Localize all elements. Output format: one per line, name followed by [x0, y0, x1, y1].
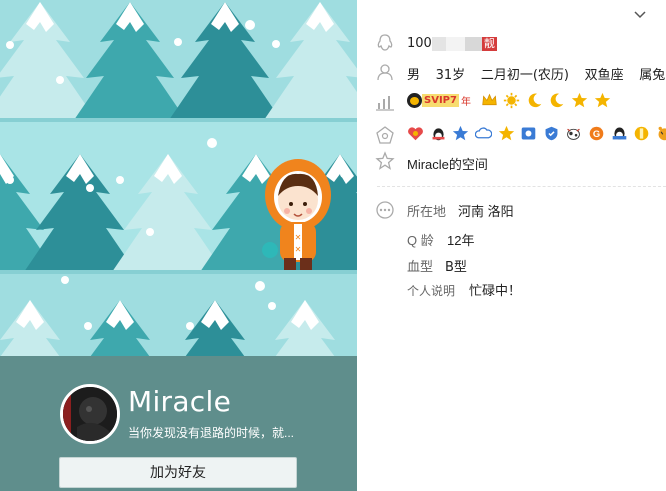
qq-number-row: 100 靓: [407, 35, 497, 51]
gender: 男: [407, 67, 421, 82]
qq-number: 100: [407, 36, 432, 51]
cow-icon[interactable]: [565, 125, 582, 142]
svg-text:✕: ✕: [295, 233, 302, 242]
svg-text:✕: ✕: [295, 245, 302, 254]
svip-label: SVIP7: [422, 94, 459, 108]
services-row[interactable]: G: [407, 125, 666, 145]
blue-star-icon[interactable]: [452, 125, 469, 142]
qage-label: Q 龄: [407, 233, 434, 248]
more-icon: [376, 201, 394, 219]
add-friend-button[interactable]: 加为好友: [59, 457, 297, 488]
g-circle-icon[interactable]: G: [588, 125, 605, 142]
svip-year: 年: [460, 97, 471, 109]
avatar[interactable]: [60, 384, 120, 444]
zodiac: 双鱼座: [584, 67, 624, 82]
photo-icon[interactable]: [520, 125, 537, 142]
shield-icon[interactable]: [543, 125, 560, 142]
divider: [377, 186, 666, 187]
level-row[interactable]: SVIP7 年: [407, 92, 613, 112]
sun-icon: [504, 92, 520, 109]
masked-digits: [431, 36, 482, 51]
chevron-down-icon[interactable]: [633, 9, 647, 21]
service-gift-icon: [376, 126, 394, 144]
status-row: 个人说明 忙碌中！: [407, 280, 521, 299]
space-link[interactable]: Miracle的空间: [407, 154, 488, 173]
heart-penguin-icon[interactable]: [407, 125, 424, 142]
status-value: 忙碌中！: [469, 283, 522, 298]
moon-icon: [551, 93, 564, 108]
info-panel: 100 靓 男 31岁 二月初一(农历) 双鱼座 属兔 SVIP7 年 G Mi…: [357, 0, 666, 491]
cloud-icon[interactable]: [474, 125, 492, 142]
gold-coin-icon[interactable]: [633, 125, 650, 142]
blood-value: B型: [445, 260, 467, 275]
birthday: 二月初一(农历): [480, 68, 569, 83]
star-icon: [594, 92, 610, 108]
location-label: 所在地: [407, 204, 447, 219]
location-value: 河南 洛阳: [458, 204, 514, 219]
person-icon: [377, 64, 393, 81]
moon-icon: [528, 93, 542, 108]
chinese-zodiac: 属兔: [639, 67, 666, 82]
star-icon: [571, 92, 588, 108]
qq-penguin-icon: [377, 34, 393, 51]
profile-cover: ✕ ✕ Miracle 当你发现没有退路的时候，就... 加为好友: [0, 0, 357, 491]
star-icon: [375, 151, 395, 170]
blood-row: 血型 B型: [407, 256, 467, 275]
svip-penguin-icon: [407, 93, 422, 109]
person-details-row: 男 31岁 二月初一(农历) 双鱼座 属兔: [407, 64, 665, 83]
tiger-icon[interactable]: [656, 125, 666, 142]
gold-star-icon[interactable]: [498, 125, 515, 142]
penguin-red-icon[interactable]: [611, 125, 628, 142]
penguin-icon[interactable]: [430, 125, 447, 142]
level-chart-icon: [376, 96, 394, 111]
signature[interactable]: 当你发现没有退路的时候，就...: [128, 424, 294, 441]
qage-row: Q 龄 12年: [407, 230, 474, 249]
age: 31岁: [435, 68, 466, 83]
svg-text:G: G: [593, 129, 600, 139]
profile-card: ✕ ✕ Miracle 当你发现没有退路的时候，就... 加为好友 100 靓 …: [0, 0, 666, 491]
qage-value: 12年: [447, 233, 475, 248]
status-label: 个人说明: [407, 284, 456, 298]
crown-icon: [481, 93, 497, 106]
blood-label: 血型: [407, 259, 434, 274]
avatar-image: [63, 387, 117, 441]
location-row: 所在地 河南 洛阳: [407, 201, 514, 220]
liang-badge: 靓: [481, 36, 497, 51]
nickname: Miracle: [128, 385, 232, 418]
